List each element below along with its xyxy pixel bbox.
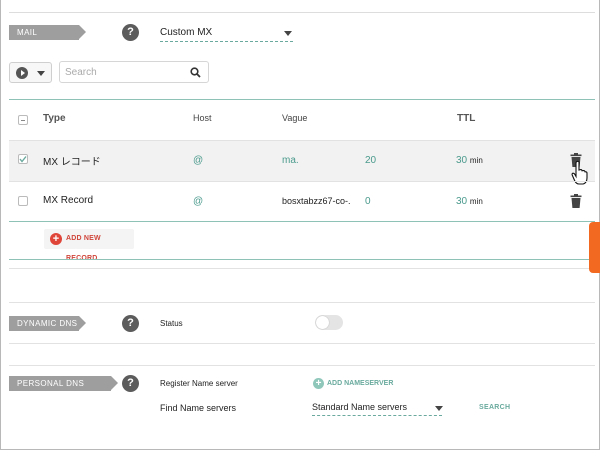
row-ttl: 30 min	[456, 196, 483, 207]
column-header-type[interactable]: Type	[43, 113, 66, 124]
row-ttl-value: 30	[456, 196, 468, 207]
row-ttl: 30 min	[456, 155, 483, 166]
find-nameservers-label: Find Name servers	[160, 403, 237, 413]
plus-icon: +	[50, 233, 62, 245]
row-priority: 0	[365, 196, 371, 207]
delete-icon[interactable]	[570, 194, 582, 208]
divider	[9, 268, 595, 269]
divider	[9, 365, 595, 366]
divider	[9, 12, 595, 13]
dynamic-dns-help-icon[interactable]: ?	[122, 315, 139, 332]
divider	[9, 343, 595, 344]
search-icon[interactable]	[190, 67, 201, 78]
actions-dropdown-button[interactable]	[9, 62, 52, 83]
column-header-value[interactable]: Vague	[282, 113, 307, 123]
add-new-record-button[interactable]: + ADD NEW RECORD	[44, 229, 134, 262]
row-ttl-value: 30	[456, 155, 468, 166]
row-type-prefix: MX	[43, 157, 58, 168]
chevron-down-icon	[37, 71, 45, 76]
chevron-down-icon	[435, 406, 443, 411]
dynamic-dns-toggle[interactable]	[315, 315, 343, 330]
chevron-down-icon	[284, 31, 292, 36]
nameserver-type-selected: Standard Name servers	[312, 402, 408, 412]
row-ttl-unit: min	[469, 197, 483, 206]
column-header-ttl[interactable]: TTL	[457, 113, 475, 124]
mail-type-selected: Custom MX	[160, 27, 213, 38]
divider	[9, 181, 595, 182]
row-type-prefix: MX	[43, 195, 58, 206]
row-type: MX Record	[43, 195, 93, 206]
divider	[9, 302, 595, 303]
register-nameserver-label: Register Name server	[160, 379, 238, 388]
row-host: @	[193, 155, 204, 166]
row-type-label: Record	[60, 195, 94, 206]
nameserver-type-select[interactable]: Standard Name servers	[312, 402, 442, 416]
personal-dns-help-icon[interactable]: ?	[122, 375, 139, 392]
table-top-border	[9, 99, 595, 100]
check-icon	[19, 156, 27, 163]
add-nameserver-label: ADD NAMESERVER	[327, 380, 394, 387]
row-checkbox[interactable]	[18, 196, 28, 206]
play-icon	[16, 67, 28, 79]
search-input[interactable]	[65, 65, 185, 79]
row-type-label: レコード	[60, 157, 101, 168]
mail-settings-tag: MAIL SETTINGS	[9, 25, 86, 52]
table-bottom-border	[9, 221, 595, 222]
row-ttl-unit: min	[469, 156, 483, 165]
row-value: ma.	[282, 155, 299, 166]
row-type: MX レコード	[43, 153, 101, 168]
plus-icon: +	[313, 378, 324, 389]
row-value: bosxtabzz67-co-.	[282, 196, 351, 206]
dynamic-dns-tag: DYNAMIC DNS	[9, 316, 86, 331]
search-box	[59, 61, 209, 83]
mail-type-select[interactable]: Custom MX	[160, 27, 293, 42]
personal-dns-tag: PERSONAL DNS SERVER	[9, 376, 118, 403]
add-nameserver-button[interactable]: + ADD NAMESERVER	[313, 378, 393, 389]
hand-cursor-icon	[571, 160, 588, 185]
search-nameserver-button[interactable]: SEARCH	[479, 404, 510, 411]
select-all-checkbox[interactable]	[18, 115, 28, 125]
mail-settings-help-icon[interactable]: ?	[122, 24, 139, 41]
column-header-host[interactable]: Host	[193, 113, 212, 123]
add-new-record-label: ADD NEW RECORD	[66, 235, 101, 262]
row-host: @	[193, 196, 204, 207]
row-checkbox[interactable]	[18, 154, 28, 164]
feedback-tab[interactable]	[589, 222, 600, 273]
status-label: Status	[160, 319, 183, 328]
row-priority: 20	[365, 155, 377, 166]
divider	[9, 259, 595, 260]
